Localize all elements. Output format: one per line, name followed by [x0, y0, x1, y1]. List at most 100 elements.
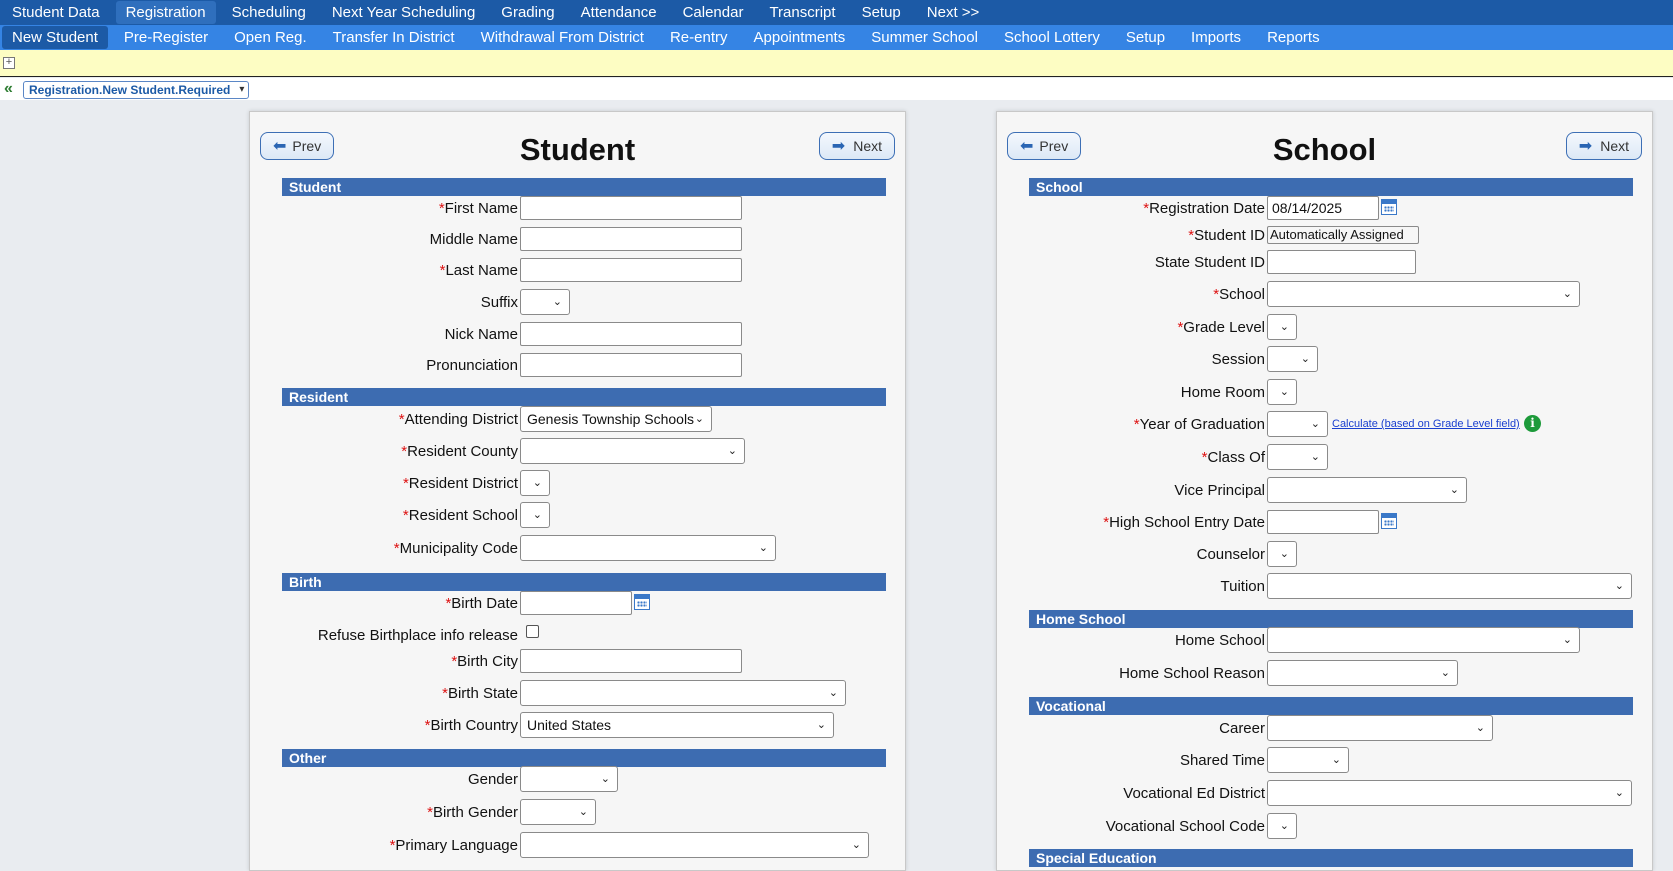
session-select[interactable]: ⌄: [1267, 346, 1318, 372]
vocational-ed-district-select[interactable]: ⌄: [1267, 780, 1632, 806]
birth-country-select[interactable]: United States ⌄: [520, 712, 834, 738]
birth-city-input[interactable]: [520, 649, 742, 673]
municipality-code-select[interactable]: ⌄: [520, 535, 776, 561]
page-title-student: Student: [519, 132, 636, 167]
nav-next-year-scheduling[interactable]: Next Year Scheduling: [322, 1, 485, 24]
first-name-label: *First Name: [438, 200, 518, 217]
subnav-appointments[interactable]: Appointments: [744, 26, 856, 49]
info-icon[interactable]: i: [1524, 415, 1541, 432]
career-select[interactable]: ⌄: [1267, 715, 1493, 741]
resident-school-select[interactable]: ⌄: [520, 502, 550, 528]
row-birth-gender: *Birth Gender: [250, 800, 518, 826]
birth-gender-select[interactable]: ⌄: [520, 799, 596, 825]
refuse-birthplace-checkbox[interactable]: [526, 625, 539, 638]
subnav-transfer-in-district[interactable]: Transfer In District: [323, 26, 465, 49]
grade-level-select[interactable]: ⌄: [1267, 314, 1297, 340]
prev-button[interactable]: ⬅ Prev: [1007, 132, 1082, 160]
row-year-of-graduation: *Year of Graduation: [997, 412, 1265, 438]
row-home-school-reason: Home School Reason: [997, 661, 1265, 687]
nav-transcript[interactable]: Transcript: [759, 1, 845, 24]
home-school-select[interactable]: ⌄: [1267, 627, 1580, 653]
suffix-select[interactable]: ⌄: [520, 289, 570, 315]
chevron-down-icon: ⌄: [532, 509, 542, 521]
counselor-select[interactable]: ⌄: [1267, 541, 1297, 567]
middle-name-input[interactable]: [520, 227, 742, 251]
row-vice-principal: Vice Principal: [997, 478, 1265, 504]
home-room-select[interactable]: ⌄: [1267, 379, 1297, 405]
chevron-down-icon: ⌄: [758, 542, 768, 554]
prev-button[interactable]: ⬅ Prev: [260, 132, 335, 160]
row-career: Career: [997, 716, 1265, 742]
shared-time-select[interactable]: ⌄: [1267, 747, 1349, 773]
state-student-id-input[interactable]: [1267, 250, 1416, 274]
school-select[interactable]: ⌄: [1267, 281, 1580, 307]
calendar-icon[interactable]: [1381, 513, 1397, 529]
middle-name-label: Middle Name: [429, 231, 518, 248]
chevron-down-icon: ⌄: [694, 413, 704, 425]
resident-county-select[interactable]: ⌄: [520, 438, 745, 464]
vice-principal-label: Vice Principal: [1174, 482, 1265, 499]
nav-registration[interactable]: Registration: [115, 1, 216, 24]
nick-name-input[interactable]: [520, 322, 742, 346]
calculate-graduation-link[interactable]: Calculate (based on Grade Level field): [1332, 418, 1520, 430]
row-gender: Gender: [250, 767, 518, 793]
primary-language-select[interactable]: ⌄: [520, 832, 869, 858]
tuition-select[interactable]: ⌄: [1267, 573, 1632, 599]
gender-select[interactable]: ⌄: [520, 766, 618, 792]
birth-state-select[interactable]: ⌄: [520, 680, 846, 706]
collapse-chevrons-icon[interactable]: «: [4, 80, 13, 98]
subnav-open-reg[interactable]: Open Reg.: [224, 26, 317, 49]
chevron-down-icon: ⌄: [1300, 353, 1310, 365]
subnav-reports[interactable]: Reports: [1257, 26, 1330, 49]
subnav-imports[interactable]: Imports: [1181, 26, 1251, 49]
expand-icon[interactable]: +: [3, 57, 15, 69]
row-suffix: Suffix: [250, 290, 518, 316]
subnav-summer-school[interactable]: Summer School: [861, 26, 988, 49]
calendar-icon[interactable]: [1381, 199, 1397, 215]
last-name-input[interactable]: [520, 258, 742, 282]
row-shared-time: Shared Time: [997, 748, 1265, 774]
row-resident-county: *Resident County: [250, 439, 518, 465]
chevron-down-icon: ⌄: [578, 806, 588, 818]
birth-date-input[interactable]: [520, 591, 632, 615]
chevron-down-icon: ⌄: [600, 773, 610, 785]
attending-district-select[interactable]: Genesis Township Schools ⌄: [520, 406, 712, 432]
secondary-nav: New Student Pre-Register Open Reg. Trans…: [0, 25, 1673, 50]
subnav-re-entry[interactable]: Re-entry: [660, 26, 738, 49]
section-other: Other: [282, 749, 886, 767]
resident-district-select[interactable]: ⌄: [520, 470, 550, 496]
nav-scheduling[interactable]: Scheduling: [222, 1, 316, 24]
nav-student-data[interactable]: Student Data: [2, 1, 110, 24]
calendar-icon[interactable]: [634, 594, 650, 610]
row-first-name: *First Name: [250, 196, 518, 222]
birth-date-label: *Birth Date: [445, 595, 518, 612]
subnav-pre-register[interactable]: Pre-Register: [114, 26, 218, 49]
next-button[interactable]: ➡ Next: [1565, 132, 1642, 160]
chevron-down-icon: ⌄: [816, 719, 826, 731]
chevron-down-icon: ⌄: [1614, 580, 1624, 592]
shared-time-label: Shared Time: [1179, 752, 1265, 769]
class-of-select[interactable]: ⌄: [1267, 444, 1328, 470]
subnav-setup[interactable]: Setup: [1116, 26, 1175, 49]
row-class-of: *Class Of: [997, 445, 1265, 471]
year-of-graduation-select[interactable]: ⌄: [1267, 411, 1328, 437]
nav-next-more[interactable]: Next >>: [917, 1, 990, 24]
vice-principal-select[interactable]: ⌄: [1267, 477, 1467, 503]
breadcrumb-select[interactable]: Registration.New Student.Required ▾: [23, 81, 250, 99]
nav-calendar[interactable]: Calendar: [673, 1, 754, 24]
first-name-input[interactable]: [520, 196, 742, 220]
nav-attendance[interactable]: Attendance: [571, 1, 667, 24]
nav-grading[interactable]: Grading: [491, 1, 564, 24]
home-school-reason-select[interactable]: ⌄: [1267, 660, 1458, 686]
subnav-new-student[interactable]: New Student: [2, 26, 108, 49]
nav-setup[interactable]: Setup: [852, 1, 911, 24]
subnav-school-lottery[interactable]: School Lottery: [994, 26, 1110, 49]
vocational-school-code-select[interactable]: ⌄: [1267, 813, 1297, 839]
hs-entry-date-input[interactable]: [1267, 510, 1379, 534]
next-button[interactable]: ➡ Next: [818, 132, 895, 160]
chevron-down-icon: ⌄: [1279, 820, 1289, 832]
registration-date-input[interactable]: 08/14/2025: [1267, 196, 1379, 220]
row-last-name: *Last Name: [250, 258, 518, 284]
pronunciation-input[interactable]: [520, 353, 742, 377]
subnav-withdrawal-from-district[interactable]: Withdrawal From District: [471, 26, 654, 49]
